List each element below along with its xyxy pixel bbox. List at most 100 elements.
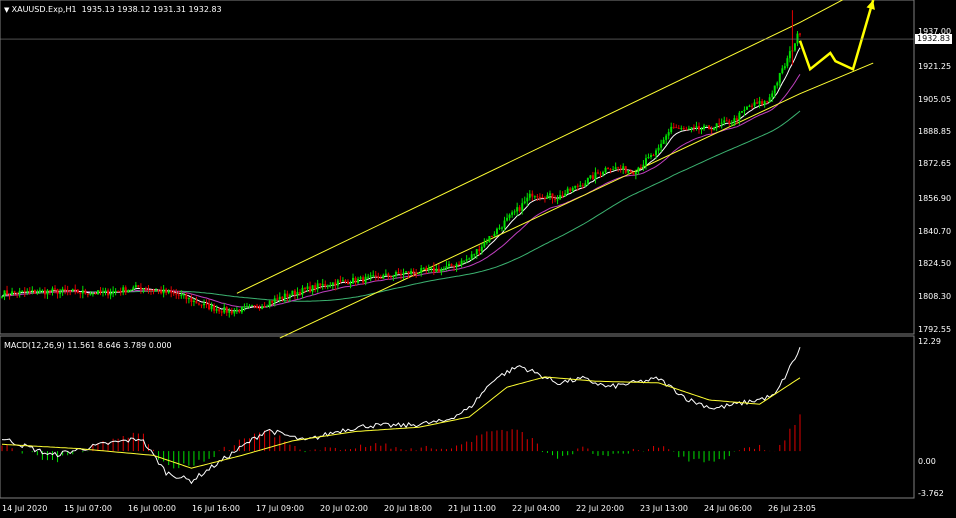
candle-body: [637, 167, 640, 173]
candle: [516, 202, 519, 216]
candle: [51, 286, 54, 296]
candle-body: [644, 158, 647, 165]
candle: [127, 289, 130, 293]
candle: [781, 65, 784, 75]
candle: [695, 121, 698, 131]
candle-body: [569, 188, 572, 191]
candle: [786, 55, 789, 69]
candles: [1, 10, 801, 318]
candle-body: [758, 101, 761, 104]
candle: [460, 258, 463, 268]
candle: [357, 276, 360, 285]
candle-body: [203, 303, 206, 306]
candle: [324, 280, 327, 289]
candle-body: [690, 127, 693, 129]
candle-body: [776, 82, 779, 86]
price-tick-label: 1808.30: [918, 292, 952, 301]
candle: [223, 303, 226, 315]
candle: [523, 196, 526, 205]
candle-body: [766, 101, 769, 103]
candle-body: [685, 129, 688, 131]
macd-signal-line: [1, 376, 801, 469]
candle-body: [331, 282, 334, 285]
candle: [710, 126, 713, 134]
candle-body: [728, 120, 731, 124]
candle-body: [498, 227, 501, 229]
candle: [662, 137, 665, 144]
candle-body: [170, 290, 173, 293]
candle-body: [579, 185, 582, 187]
candle-body: [296, 291, 299, 296]
candle: [589, 175, 592, 180]
candle-body: [738, 112, 741, 121]
candle: [745, 105, 748, 110]
candle-body: [402, 272, 405, 275]
candle-body: [523, 201, 526, 204]
symbol-label: XAUUSD.Exp,H1: [11, 5, 77, 14]
candle: [309, 281, 312, 294]
candle-body: [538, 197, 541, 199]
candle-body: [650, 155, 653, 158]
candle: [114, 288, 117, 296]
candle-body: [708, 125, 711, 130]
candle: [624, 165, 627, 174]
candle-body: [258, 308, 261, 310]
candle-body: [357, 278, 360, 283]
price-tick-label: 1921.25: [918, 62, 952, 71]
candle: [81, 285, 84, 299]
candle-body: [276, 298, 279, 300]
candle-body: [147, 289, 150, 291]
candle-body: [177, 294, 180, 296]
candle-body: [208, 303, 211, 310]
candle-body: [397, 272, 400, 274]
candle-body: [571, 187, 574, 191]
candle-body: [46, 290, 49, 295]
candle-body: [793, 43, 796, 51]
candle-body: [76, 289, 79, 294]
candle: [435, 265, 438, 273]
candle-body: [720, 122, 723, 124]
candle: [225, 305, 228, 316]
candle-body: [483, 242, 486, 247]
candle-body: [662, 139, 665, 144]
candle: [488, 236, 491, 243]
candle: [3, 290, 6, 301]
candle: [107, 288, 110, 299]
candle: [11, 287, 14, 296]
candle-body: [642, 164, 645, 168]
candle: [190, 294, 193, 307]
candle-body: [230, 310, 233, 314]
candle: [708, 124, 711, 130]
candle: [84, 288, 87, 295]
candle-body: [278, 296, 281, 300]
candle: [86, 293, 89, 298]
candle: [793, 43, 796, 52]
candle-body: [425, 267, 428, 270]
candle-body: [475, 249, 478, 255]
candle-body: [508, 214, 511, 218]
candle-body: [152, 289, 155, 291]
candle-body: [96, 290, 99, 295]
candle: [596, 169, 599, 175]
candle-body: [293, 290, 296, 296]
candle: [584, 180, 587, 187]
candle-body: [59, 291, 62, 294]
candle-body: [238, 309, 241, 313]
price-tick-label: 1840.70: [918, 227, 952, 236]
candle: [379, 274, 382, 279]
candle: [665, 133, 668, 145]
candle-body: [745, 106, 748, 110]
candle-body: [316, 283, 319, 290]
candle-body: [546, 195, 549, 199]
candle-body: [427, 268, 430, 270]
candle: [513, 209, 516, 216]
price-tick-label: 1792.55: [918, 325, 952, 334]
chart-canvas[interactable]: [0, 0, 956, 518]
candle-body: [422, 267, 425, 269]
candle: [680, 125, 683, 131]
candle: [410, 268, 413, 276]
candle-body: [574, 185, 577, 188]
candle-body: [38, 290, 41, 293]
candle-body: [71, 289, 74, 292]
candle: [546, 192, 549, 199]
